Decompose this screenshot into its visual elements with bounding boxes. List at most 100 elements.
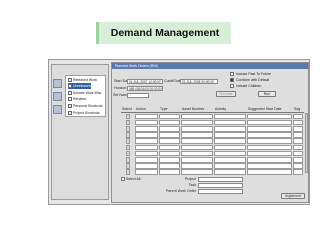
table-cell[interactable] xyxy=(135,156,159,163)
table-cell[interactable] xyxy=(292,144,304,151)
table-row[interactable] xyxy=(121,156,304,163)
table-cell[interactable] xyxy=(292,113,304,120)
table-row[interactable] xyxy=(121,138,304,144)
table-cell[interactable] xyxy=(158,119,181,126)
row-select-cell[interactable] xyxy=(126,125,130,132)
table-cell[interactable] xyxy=(180,113,214,120)
table-cell[interactable] xyxy=(292,119,304,126)
table-cell[interactable] xyxy=(135,132,159,138)
table-cell[interactable] xyxy=(213,119,247,126)
table-cell[interactable] xyxy=(135,113,159,120)
table-cell[interactable] xyxy=(135,163,159,169)
tree-item-actuals[interactable]: Actuals Work Wav xyxy=(68,90,101,96)
table-cell[interactable] xyxy=(158,125,181,132)
table-cell[interactable] xyxy=(135,119,159,126)
select-all-checkbox[interactable] xyxy=(121,177,125,181)
table-cell[interactable] xyxy=(135,138,159,144)
table-cell[interactable] xyxy=(213,113,247,120)
table-cell[interactable] xyxy=(292,132,304,138)
table-row[interactable] xyxy=(121,144,304,151)
include-children-checkbox[interactable] xyxy=(230,84,234,88)
table-cell[interactable] xyxy=(158,138,181,144)
task-field[interactable] xyxy=(198,182,243,188)
table-cell[interactable] xyxy=(213,150,247,157)
toolbar-view-icon[interactable] xyxy=(53,79,62,88)
implement-button[interactable]: Implement xyxy=(281,193,305,199)
row-select-cell[interactable] xyxy=(126,138,130,144)
tree-item-project-shortcuts[interactable]: Project Shortcuts xyxy=(68,110,100,116)
table-cell[interactable] xyxy=(213,163,247,169)
table-cell[interactable] xyxy=(246,138,293,144)
start-date-field[interactable]: 01-JUL-2007 12:00:00 xyxy=(127,78,163,84)
table-cell[interactable] xyxy=(135,144,159,151)
table-cell[interactable] xyxy=(158,169,181,175)
table-cell[interactable] xyxy=(213,132,247,138)
row-select-cell[interactable] xyxy=(126,169,130,175)
table-cell[interactable] xyxy=(246,113,293,120)
toolbar-refresh-icon[interactable] xyxy=(53,92,62,101)
table-cell[interactable] xyxy=(180,125,214,132)
table-cell[interactable] xyxy=(180,150,214,157)
table-cell[interactable] xyxy=(213,138,247,144)
project-field[interactable] xyxy=(198,176,243,182)
include-past-checkbox[interactable] xyxy=(230,72,234,76)
cutoff-date-field[interactable]: 01-JUL-2008 00:00:00 xyxy=(180,78,218,84)
table-row[interactable] xyxy=(121,163,304,169)
table-cell[interactable] xyxy=(246,156,293,163)
table-cell[interactable] xyxy=(292,156,304,163)
table-cell[interactable] xyxy=(158,113,181,120)
row-select-cell[interactable] xyxy=(126,144,130,151)
table-cell[interactable] xyxy=(180,132,214,138)
table-cell[interactable] xyxy=(180,119,214,126)
table-row[interactable] xyxy=(121,113,304,120)
table-cell[interactable] xyxy=(180,156,214,163)
table-cell[interactable] xyxy=(158,144,181,151)
table-cell[interactable] xyxy=(135,125,159,132)
row-select-cell[interactable] xyxy=(126,156,130,163)
table-cell[interactable] xyxy=(292,163,304,169)
tree-item-rebates[interactable]: Rebates xyxy=(68,96,86,102)
toolbar-pin-icon[interactable] xyxy=(53,105,62,114)
table-row[interactable] xyxy=(121,119,304,126)
horizon-field[interactable]: 365 (08/01/00 00:00 00:01) xyxy=(127,85,163,91)
table-row[interactable] xyxy=(121,125,304,132)
row-select-cell[interactable] xyxy=(126,163,130,169)
table-cell[interactable] xyxy=(158,156,181,163)
table-cell[interactable] xyxy=(158,163,181,169)
table-cell[interactable] xyxy=(213,125,247,132)
row-select-cell[interactable] xyxy=(126,113,130,120)
table-cell[interactable] xyxy=(292,138,304,144)
set-name-field[interactable] xyxy=(127,92,149,98)
table-row[interactable] xyxy=(121,150,304,157)
table-cell[interactable] xyxy=(180,138,214,144)
grid-scrollbar[interactable] xyxy=(305,113,308,173)
table-row[interactable] xyxy=(121,132,304,138)
tree-item-personal-shortcuts[interactable]: Personal Shortcuts xyxy=(68,103,103,109)
table-cell[interactable] xyxy=(180,169,214,175)
row-select-cell[interactable] xyxy=(126,119,130,126)
combine-default-checkbox[interactable] xyxy=(230,78,234,82)
table-cell[interactable] xyxy=(180,144,214,151)
tree-item-unreleased[interactable]: Unreleased xyxy=(68,83,91,89)
table-cell[interactable] xyxy=(213,144,247,151)
table-cell[interactable] xyxy=(246,119,293,126)
table-cell[interactable] xyxy=(246,132,293,138)
parent-work-order-field[interactable] xyxy=(198,188,243,194)
table-cell[interactable] xyxy=(180,163,214,169)
table-cell[interactable] xyxy=(158,132,181,138)
table-cell[interactable] xyxy=(246,163,293,169)
table-cell[interactable] xyxy=(292,150,304,157)
table-cell[interactable] xyxy=(246,150,293,157)
table-cell[interactable] xyxy=(213,156,247,163)
table-cell[interactable] xyxy=(135,169,159,175)
table-cell[interactable] xyxy=(246,125,293,132)
table-cell[interactable] xyxy=(158,150,181,157)
table-cell[interactable] xyxy=(135,150,159,157)
table-cell[interactable] xyxy=(246,144,293,151)
table-row[interactable] xyxy=(121,169,304,175)
row-select-cell[interactable] xyxy=(126,150,130,157)
table-cell[interactable] xyxy=(292,169,304,175)
run-button[interactable]: Run xyxy=(258,91,276,97)
table-cell[interactable] xyxy=(292,125,304,132)
table-cell[interactable] xyxy=(246,169,293,175)
